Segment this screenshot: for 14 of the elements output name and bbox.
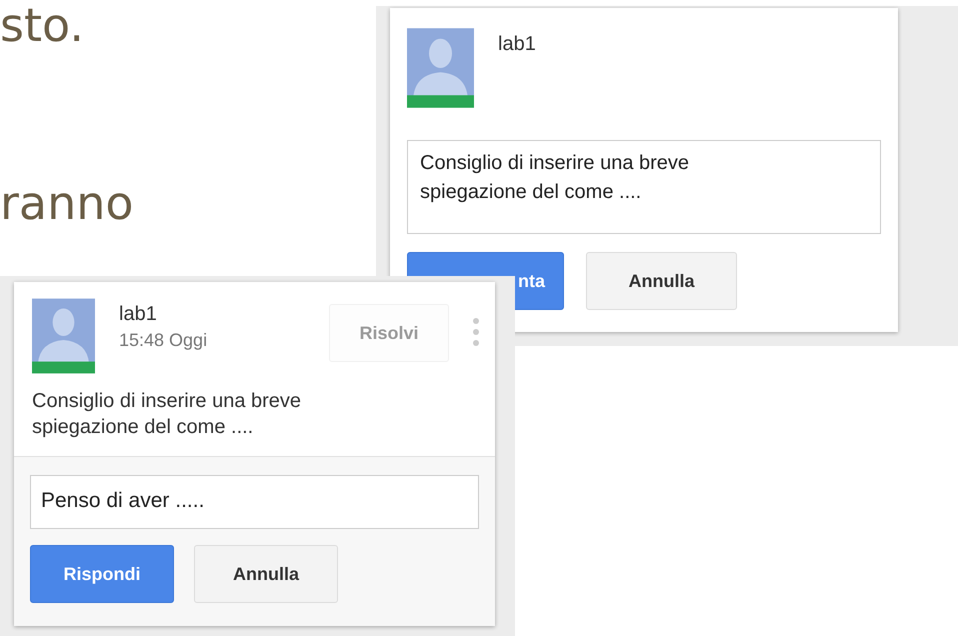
- author-name: lab1: [498, 32, 536, 56]
- reply-field[interactable]: Penso di aver .....: [30, 475, 479, 529]
- avatar-icon: [32, 298, 95, 374]
- comment-time: 15:48 Oggi: [119, 330, 208, 352]
- cancel-button[interactable]: Annulla: [194, 545, 338, 603]
- slide-text: sto.: [0, 0, 84, 54]
- cancel-button[interactable]: Annulla: [586, 252, 737, 310]
- comment-field[interactable]: Consiglio di inserire una breve spiegazione del come ....: [407, 140, 881, 234]
- avatar-icon: [407, 28, 474, 108]
- slide-text: ranno: [0, 176, 134, 232]
- author-name: lab1: [119, 302, 158, 326]
- comment-text: Consiglio di inserire una breve spiegazione del come ....: [32, 389, 302, 440]
- primary-button[interactable]: Rispondi: [30, 545, 174, 603]
- more-icon[interactable]: [473, 318, 479, 346]
